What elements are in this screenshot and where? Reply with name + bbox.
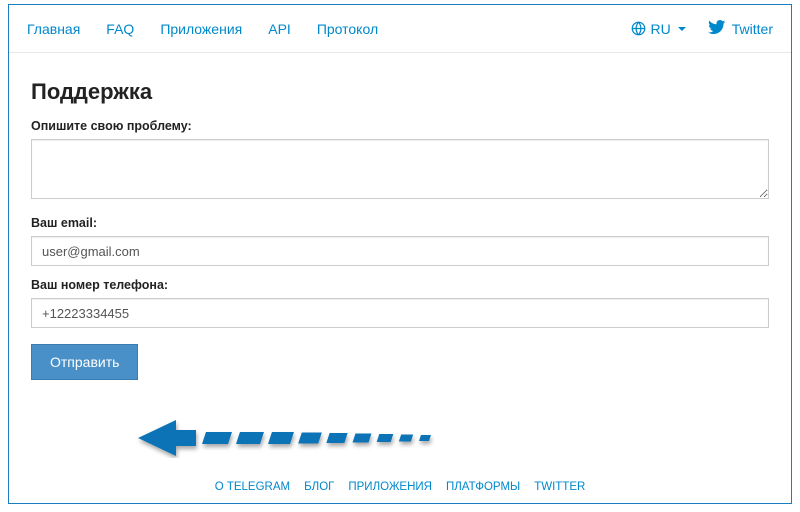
twitter-icon <box>708 20 726 38</box>
footer-link-twitter[interactable]: TWITTER <box>534 481 585 493</box>
arrow-annotation-icon <box>136 418 466 458</box>
problem-label: Опишите свою проблему: <box>31 119 769 133</box>
footer-link-blog[interactable]: БЛОГ <box>304 481 334 493</box>
nav-link-apps[interactable]: Приложения <box>160 21 242 37</box>
submit-button[interactable]: Отправить <box>31 344 138 380</box>
footer-link-about[interactable]: О TELEGRAM <box>215 481 290 493</box>
phone-label: Ваш номер телефона: <box>31 278 769 292</box>
problem-textarea[interactable] <box>31 139 769 199</box>
language-label: RU <box>651 21 671 37</box>
phone-field[interactable] <box>31 298 769 328</box>
nav-link-protocol[interactable]: Протокол <box>317 21 378 37</box>
footer-link-apps[interactable]: ПРИЛОЖЕНИЯ <box>348 481 432 493</box>
email-field[interactable] <box>31 236 769 266</box>
twitter-label: Twitter <box>732 21 773 37</box>
chevron-down-icon <box>678 27 686 31</box>
nav-left: Главная FAQ Приложения API Протокол <box>27 21 378 37</box>
globe-icon <box>631 21 646 36</box>
nav-link-api[interactable]: API <box>268 21 291 37</box>
nav-link-faq[interactable]: FAQ <box>106 21 134 37</box>
twitter-link[interactable]: Twitter <box>708 20 773 38</box>
content: Поддержка Опишите свою проблему: Ваш ema… <box>9 53 791 380</box>
page-title: Поддержка <box>31 79 769 105</box>
nav-right: RU Twitter <box>631 20 773 38</box>
app-frame: Главная FAQ Приложения API Протокол RU <box>8 4 792 504</box>
footer: О TELEGRAM БЛОГ ПРИЛОЖЕНИЯ ПЛАТФОРМЫ TWI… <box>9 481 791 493</box>
nav-link-home[interactable]: Главная <box>27 21 80 37</box>
footer-link-platforms[interactable]: ПЛАТФОРМЫ <box>446 481 520 493</box>
navbar: Главная FAQ Приложения API Протокол RU <box>9 5 791 53</box>
language-selector[interactable]: RU <box>631 21 686 37</box>
email-label: Ваш email: <box>31 216 769 230</box>
